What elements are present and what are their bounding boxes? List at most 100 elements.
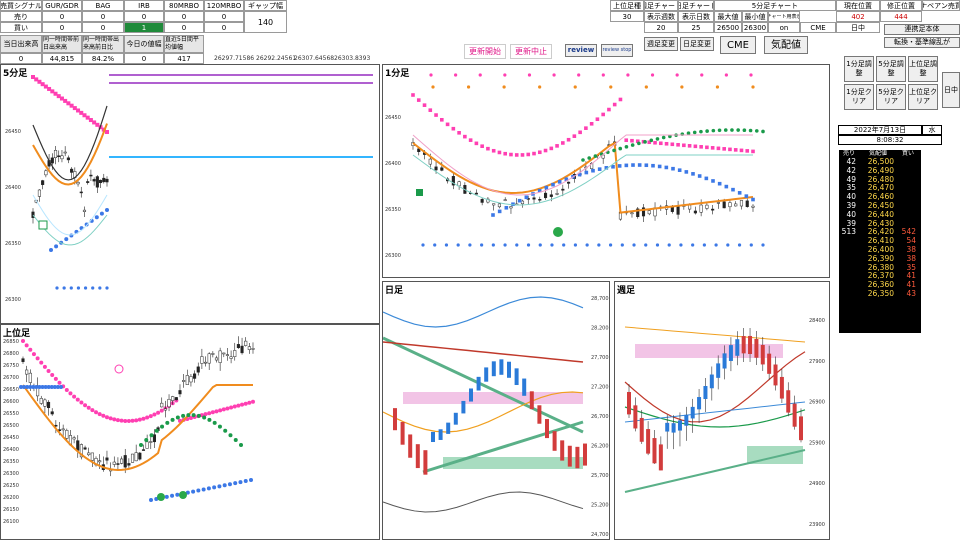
review-stop-button[interactable]: review stop [601, 44, 633, 57]
candle [393, 408, 397, 431]
pink-marker [624, 138, 629, 143]
row-buy-label: 買い [0, 22, 42, 33]
candle [171, 396, 175, 401]
rt-r3-1[interactable]: 26300 [742, 22, 768, 33]
candle [72, 437, 76, 440]
pink-marker [72, 394, 77, 399]
candle [705, 204, 709, 209]
pink-marker [21, 339, 25, 343]
green-marker [630, 143, 635, 147]
pink-marker [572, 134, 577, 138]
pink-marker [240, 402, 245, 407]
pink-marker [108, 416, 113, 421]
candle [28, 372, 32, 383]
pink-marker [497, 150, 502, 155]
orderbook-buy [897, 202, 919, 211]
rt-h1-1: 週足チャート [644, 0, 678, 11]
blue-marker [191, 489, 196, 494]
candle [457, 181, 461, 187]
green-marker [711, 128, 716, 133]
rt-r1-0[interactable]: 30 [610, 11, 644, 22]
candle [440, 167, 444, 171]
sub-h0: 当日出来高 [0, 35, 42, 53]
green-marker [742, 128, 747, 133]
y-tick-label: 26800 [3, 351, 19, 357]
blue-marker [562, 243, 566, 247]
orderbook-buy [897, 193, 919, 202]
pink-marker [676, 142, 680, 147]
y-tick-label: 26250 [3, 483, 19, 489]
rt-r2-1[interactable]: 25 [678, 22, 714, 33]
clear-1min-button[interactable]: 1分足クリア [844, 84, 874, 110]
blue-marker [105, 286, 109, 290]
candle [688, 204, 692, 210]
nichu-button[interactable]: 日中 [942, 72, 960, 108]
orderbook-sell [839, 246, 859, 255]
pink-marker [491, 148, 496, 153]
orange-marker [715, 85, 720, 89]
pink-marker [630, 138, 634, 143]
pink-marker [650, 73, 655, 77]
blue-marker [573, 243, 578, 247]
price-2: 26307.64568 [294, 55, 335, 62]
daily-change-button[interactable]: 日足変更 [680, 37, 714, 51]
rt-r3-0[interactable]: 26500 [714, 22, 742, 33]
time-display: 8:08:32 [838, 135, 942, 145]
blue-marker [504, 205, 509, 210]
renkei-button[interactable]: 連携足本体 [884, 24, 960, 35]
pink-marker [532, 151, 536, 156]
green-marker [207, 417, 212, 422]
cme-button[interactable]: CME [720, 36, 756, 54]
candle [50, 157, 54, 164]
blue-marker [69, 233, 74, 238]
candle [89, 174, 93, 177]
orderbook-buy [897, 184, 919, 193]
review-button[interactable]: review [565, 44, 597, 57]
candle [92, 179, 96, 182]
y-tick-label: 26400 [385, 161, 401, 167]
candle [699, 204, 703, 213]
candle [532, 197, 536, 200]
chart-upper-label: 上位足 [3, 329, 31, 339]
blue-marker [684, 170, 689, 174]
sub-v2: 84.2% [82, 53, 124, 64]
adjust-1min-button[interactable]: 1分足調整 [844, 56, 874, 82]
candle [400, 422, 405, 445]
candle [87, 452, 91, 456]
green-marker [699, 129, 703, 134]
stop-update-button[interactable]: 更新中止 [510, 44, 552, 59]
blue-marker [608, 243, 613, 247]
candle [741, 336, 746, 354]
tenkan-button[interactable]: 転換・基準線乱が [884, 37, 960, 48]
weekly-change-button[interactable]: 週足変更 [644, 37, 678, 51]
pink-marker [514, 153, 519, 157]
pink-marker [42, 364, 47, 369]
pink-marker [653, 140, 657, 145]
orderbook-sell [839, 290, 859, 299]
pink-marker [229, 405, 234, 410]
rt-r2-0[interactable]: 20 [644, 22, 678, 33]
sell-irb: 0 [124, 11, 164, 22]
pink-marker [457, 131, 461, 135]
pink-marker [440, 117, 444, 122]
ma-green [624, 406, 806, 428]
adjust-upper-button[interactable]: 上位足調整 [908, 56, 938, 82]
pink-marker [561, 141, 565, 145]
adjust-5min-button[interactable]: 5分足調整 [876, 56, 906, 82]
clear-upper-button[interactable]: 上位足クリア [908, 84, 938, 110]
candle [65, 430, 69, 439]
pink-marker [225, 406, 230, 411]
pink-marker [486, 146, 490, 151]
header-irb: IRB [124, 0, 164, 11]
rt-r3-2[interactable]: on [768, 22, 800, 33]
blue-marker [704, 176, 709, 181]
pink-marker [699, 145, 703, 149]
start-update-button[interactable]: 更新開始 [464, 44, 506, 59]
candle [438, 429, 443, 440]
clear-5min-button[interactable]: 5分足クリア [876, 84, 906, 110]
candle [86, 181, 90, 183]
candle [61, 428, 65, 431]
candle [760, 344, 765, 365]
kehai-button[interactable]: 気配値 [764, 36, 808, 54]
pink-marker [675, 73, 679, 77]
